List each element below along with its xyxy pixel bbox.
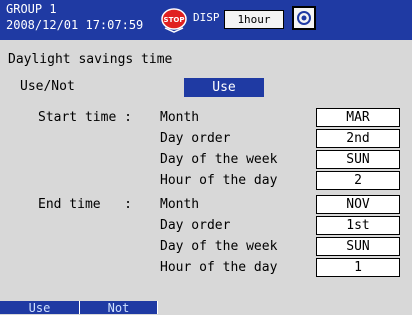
end-day-of-week-value[interactable]: SUN [316,237,400,256]
softkey-not-button[interactable]: Not [80,301,158,315]
end-day-order-value[interactable]: 1st [316,216,400,235]
datetime-display: 2008/12/01 17:07:59 [6,18,144,32]
end-day-of-week-label: Day of the week [160,239,278,254]
disp-label: DISP [193,11,220,24]
end-day-order-label: Day order [160,218,231,233]
end-hour-label: Hour of the day [160,260,278,275]
monitor-icon [292,6,316,30]
start-hour-value[interactable]: 2 [316,171,400,190]
softkey-use-button[interactable]: Use [0,301,80,315]
softkey-bar: Use Not [0,301,412,315]
status-bar: GROUP 1 2008/12/01 17:07:59 STOP DISP 1h… [0,0,412,40]
svg-text:STOP: STOP [164,16,185,24]
stop-icon: STOP [161,8,187,33]
end-time-label: End time : [38,197,132,212]
interval-display: 1hour [224,10,284,29]
use-not-label: Use/Not [20,79,75,94]
start-month-value[interactable]: MAR [316,108,400,127]
start-hour-label: Hour of the day [160,173,278,188]
start-month-label: Month [160,110,200,125]
end-month-label: Month [160,197,200,212]
start-day-of-week-label: Day of the week [160,152,278,167]
start-day-order-label: Day order [160,131,231,146]
end-hour-value[interactable]: 1 [316,258,400,277]
page-title: Daylight savings time [8,52,173,67]
group-label: GROUP 1 [6,2,57,16]
use-not-value[interactable]: Use [184,78,264,97]
start-time-label: Start time : [38,110,132,125]
end-month-value[interactable]: NOV [316,195,400,214]
start-day-of-week-value[interactable]: SUN [316,150,400,169]
start-day-order-value[interactable]: 2nd [316,129,400,148]
